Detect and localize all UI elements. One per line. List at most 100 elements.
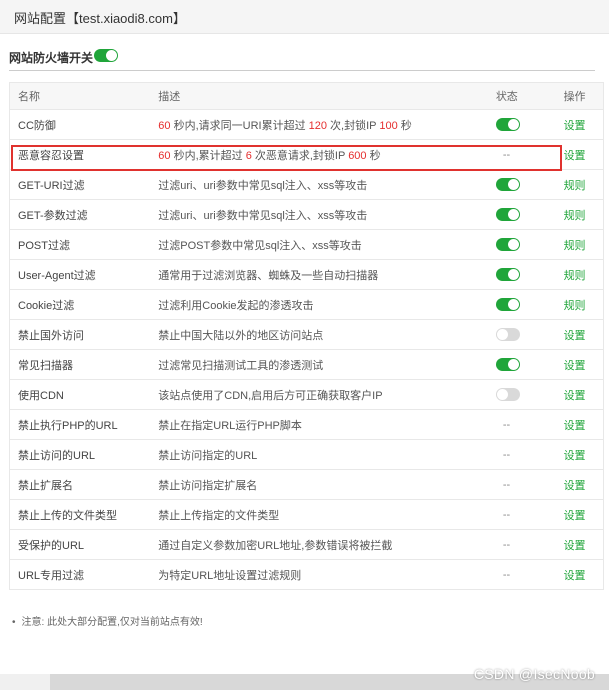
rule-status [495,199,564,230]
rule-name: 禁止执行PHP的URL [9,409,159,440]
status-placeholder: -- [502,538,511,551]
rule-status: -- [495,499,564,530]
status-toggle-switch[interactable] [495,178,520,191]
status-toggle-switch[interactable] [495,208,520,221]
settings-link[interactable]: 设置 [564,570,586,582]
rule-text: 秒内,请求同一URI累计超过 [170,119,309,132]
rule-action-cell: 规则 [563,259,604,290]
rule-name: 受保护的URL [9,529,159,560]
rule-number: 100 [379,119,398,132]
status-toggle-switch[interactable] [495,298,520,311]
table-row: 禁止上传的文件类型 禁止上传指定的文件类型 -- 设置 [9,499,604,530]
rule-description: 过滤POST参数中常见sql注入、xss等攻击 [158,229,496,260]
rule-status [495,289,564,320]
dialog-titlebar: 网站配置【test.xiaodi8.com】 [0,0,609,34]
rule-status [495,379,564,410]
rule-description: 禁止中国大陆以外的地区访问站点 [158,319,496,350]
header-name: 名称 [9,82,159,110]
rule-text: 禁止访问指定扩展名 [158,479,258,492]
table-row: CC防御 60 秒内,请求同一URI累计超过 120 次,封锁IP 100 秒 设置 [9,109,604,140]
table-row: 常见扫描器 过滤常见扫描测试工具的渗透测试 设置 [9,349,604,380]
rule-name: 恶意容忍设置 [9,139,159,170]
rule-description: 过滤利用Cookie发起的渗透攻击 [158,289,496,320]
table-row: 使用CDN 该站点使用了CDN,启用后方可正确获取客户IP 设置 [9,379,604,410]
rules-link[interactable]: 规则 [564,240,586,252]
status-toggle-switch[interactable] [495,358,520,371]
rule-text: 过滤POST参数中常见sql注入、xss等攻击 [158,239,362,252]
rule-name: GET-URI过滤 [9,169,159,200]
settings-link[interactable]: 设置 [564,390,586,402]
table-row: 受保护的URL 通过自定义参数加密URL地址,参数错误将被拦截 -- 设置 [9,529,604,560]
rule-name: 常见扫描器 [9,349,159,380]
rule-name: 禁止访问的URL [9,439,159,470]
rules-link[interactable]: 规则 [564,270,586,282]
firewall-toggle-label: 网站防火墙开关 [9,51,94,65]
rule-status [495,319,564,350]
rule-action-cell: 设置 [563,109,604,140]
firewall-toggle-switch[interactable] [94,49,118,62]
rule-description: 禁止访问指定的URL [158,439,496,470]
rule-name: CC防御 [9,109,159,140]
settings-link[interactable]: 设置 [564,540,586,552]
status-toggle-switch[interactable] [495,238,520,251]
rules-link[interactable]: 规则 [564,300,586,312]
rule-text: 秒 [366,149,381,162]
table-row: 禁止扩展名 禁止访问指定扩展名 -- 设置 [9,469,604,500]
rules-link[interactable]: 规则 [564,210,586,222]
rule-text: 过滤利用Cookie发起的渗透攻击 [158,299,314,312]
rule-text: 禁止中国大陆以外的地区访问站点 [158,329,324,342]
rule-text: 为特定URL地址设置过滤规则 [158,569,302,582]
rule-action-cell: 设置 [563,409,604,440]
rule-text: 通过自定义参数加密URL地址,参数错误将被拦截 [158,539,393,552]
rule-action-cell: 规则 [563,169,604,200]
table-header-row: 名称 描述 状态 操作 [9,82,604,110]
rule-text: 过滤常见扫描测试工具的渗透测试 [158,359,324,372]
status-toggle-switch[interactable] [495,388,520,401]
header-status: 状态 [495,82,564,110]
rule-action-cell: 设置 [563,379,604,410]
status-placeholder: -- [502,418,511,431]
status-toggle-switch[interactable] [495,118,520,131]
rule-description: 60 秒内,累计超过 6 次恶意请求,封锁IP 600 秒 [158,139,496,170]
rule-number: 60 [158,119,171,132]
rule-number: 120 [308,119,327,132]
status-toggle-switch[interactable] [495,328,520,341]
status-toggle-switch[interactable] [495,268,520,281]
rules-table: 名称 描述 状态 操作 CC防御 60 秒内,请求同一URI累计超过 120 次,… [9,82,604,590]
dialog-title: 网站配置【test.xiaodi8.com】 [14,11,186,26]
table-row: GET-参数过滤 过滤uri、uri参数中常见sql注入、xss等攻击 规则 [9,199,604,230]
rule-description: 禁止访问指定扩展名 [158,469,496,500]
rule-text: 禁止上传指定的文件类型 [158,509,280,522]
table-row: POST过滤 过滤POST参数中常见sql注入、xss等攻击 规则 [9,229,604,260]
footer-note: • 注意: 此处大部分配置,仅对当前站点有效! [12,613,203,628]
rule-description: 禁止在指定URL运行PHP脚本 [158,409,496,440]
note-bullet: • [12,617,16,628]
settings-link[interactable]: 设置 [564,510,586,522]
settings-link[interactable]: 设置 [564,360,586,372]
rule-action-cell: 设置 [563,439,604,470]
rule-number: 600 [348,149,367,162]
rule-status [495,259,564,290]
rule-description: 过滤uri、uri参数中常见sql注入、xss等攻击 [158,199,496,230]
settings-link[interactable]: 设置 [564,330,586,342]
settings-link[interactable]: 设置 [564,420,586,432]
table-row: Cookie过滤 过滤利用Cookie发起的渗透攻击 规则 [9,289,604,320]
settings-link[interactable]: 设置 [564,120,586,132]
rule-status: -- [495,529,564,560]
rule-text: 秒 [397,119,412,132]
settings-link[interactable]: 设置 [564,150,586,162]
rule-description: 禁止上传指定的文件类型 [158,499,496,530]
status-placeholder: -- [502,508,511,521]
rule-action-cell: 设置 [563,559,604,590]
rule-action-cell: 规则 [563,229,604,260]
rule-status: -- [495,469,564,500]
table-row: 禁止执行PHP的URL 禁止在指定URL运行PHP脚本 -- 设置 [9,409,604,440]
settings-link[interactable]: 设置 [564,480,586,492]
settings-link[interactable]: 设置 [564,450,586,462]
rule-name: POST过滤 [9,229,159,260]
rule-text: 该站点使用了CDN,启用后方可正确获取客户IP [158,389,383,402]
table-row: URL专用过滤 为特定URL地址设置过滤规则 -- 设置 [9,559,604,590]
rule-text: 通常用于过滤浏览器、蜘蛛及一些自动扫描器 [158,269,379,282]
rules-link[interactable]: 规则 [564,180,586,192]
rule-text: 禁止在指定URL运行PHP脚本 [158,419,302,432]
